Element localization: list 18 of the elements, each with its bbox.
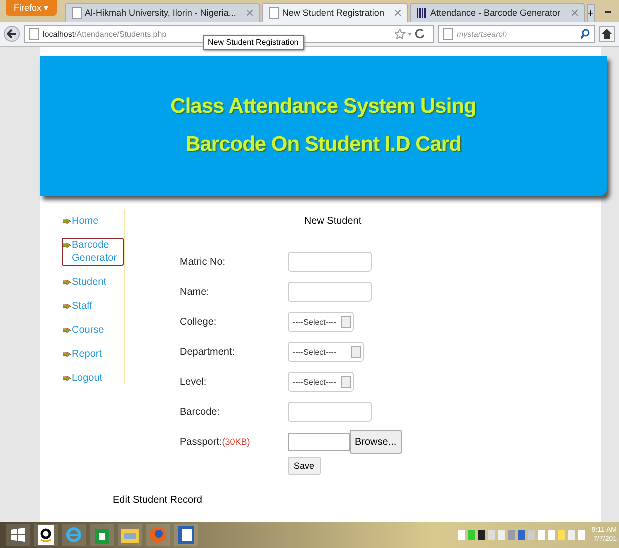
url-path: /Attendance/Students.php [74, 30, 167, 38]
form-title: New Student [303, 216, 363, 227]
tab-title: Al-Hikmah University, Ilorin - Nigeria... [85, 8, 236, 18]
field-label: Department: [179, 346, 236, 358]
url-host: localhost [43, 30, 75, 38]
section-heading: Edit Student Record [113, 495, 204, 506]
search-placeholder: mystartsearch [457, 30, 508, 38]
tab-title: New Student Registration [282, 8, 384, 18]
field-label: Barcode: [179, 406, 222, 418]
tab-title: Attendance - Barcode Generator [430, 8, 561, 18]
tooltip: New Student Registration [203, 35, 304, 50]
field-label: Passport:(30KB) [179, 436, 252, 448]
field-label: College: [179, 316, 218, 328]
site-title: Barcode On Student I.D Card [186, 133, 462, 157]
field-label: Level: [179, 376, 208, 388]
field-label: Name: [179, 286, 210, 298]
site-title: Class Attendance System Using [170, 95, 476, 119]
field-label: Matric No: [179, 256, 227, 268]
